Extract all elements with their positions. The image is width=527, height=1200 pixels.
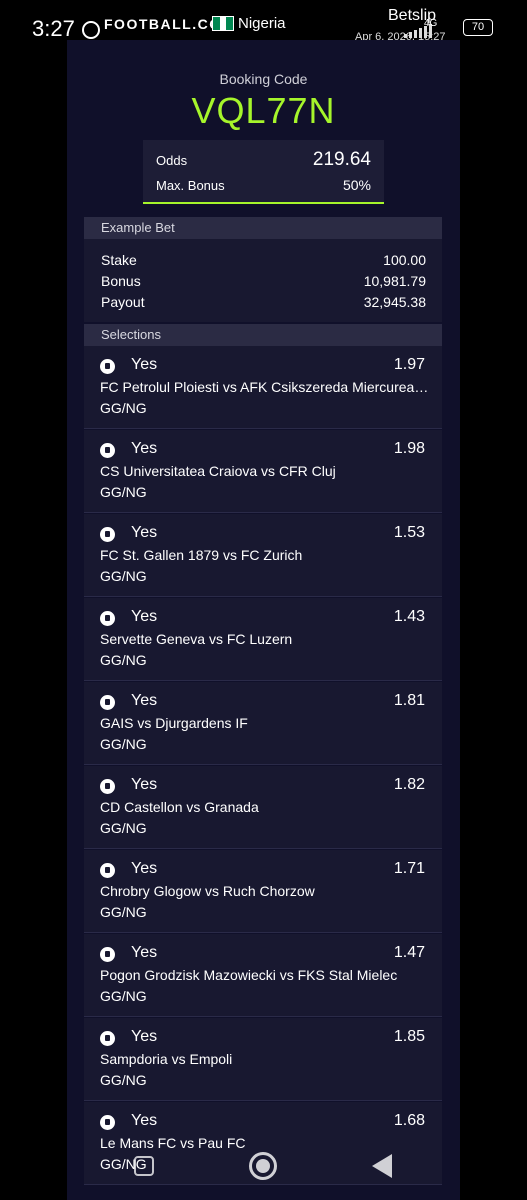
odds-value: 219.64 xyxy=(312,149,371,170)
booking-code[interactable]: VQL77N xyxy=(67,90,460,132)
bonus-label: Bonus xyxy=(101,273,141,289)
example-bet-card: Stake 100.00 Bonus 10,981.79 Payout 32,9… xyxy=(84,239,442,322)
payout-value: 32,945.38 xyxy=(363,294,426,310)
selection-market: GG/NG xyxy=(100,904,147,920)
max-bonus-value: 50% xyxy=(342,177,371,193)
selection-pick: Yes xyxy=(131,1028,158,1045)
football-icon xyxy=(100,947,115,962)
selection-pick: Yes xyxy=(131,440,158,457)
football-icon xyxy=(100,1115,115,1130)
selection-odds: 1.71 xyxy=(393,860,425,877)
selection-match: Chrobry Glogow vs Ruch Chorzow xyxy=(100,883,315,899)
example-row-stake: Stake 100.00 xyxy=(101,252,426,272)
nigeria-flag-icon xyxy=(212,16,234,31)
network-label: 4G xyxy=(424,18,438,29)
selection-pick: Yes xyxy=(131,356,158,373)
selection-item[interactable]: Yes 1.53 FC St. Gallen 1879 vs FC Zurich… xyxy=(84,514,442,597)
payout-label: Payout xyxy=(101,294,145,310)
selection-odds: 1.97 xyxy=(393,356,425,373)
football-icon xyxy=(100,779,115,794)
selection-pick: Yes xyxy=(131,944,158,961)
selection-market: GG/NG xyxy=(100,400,147,416)
football-icon xyxy=(100,359,115,374)
selection-match: CS Universitatea Craiova vs CFR Cluj xyxy=(100,463,336,479)
selection-market: GG/NG xyxy=(100,736,147,752)
selection-odds: 1.68 xyxy=(393,1112,425,1129)
selection-odds: 1.53 xyxy=(393,524,425,541)
stake-value: 100.00 xyxy=(383,252,426,268)
selection-pick: Yes xyxy=(131,692,158,709)
selection-match: GAIS vs Djurgardens IF xyxy=(100,715,248,731)
bonus-value: 10,981.79 xyxy=(363,273,426,289)
selection-pick: Yes xyxy=(131,860,158,877)
back-icon[interactable] xyxy=(372,1154,392,1178)
selection-market: GG/NG xyxy=(100,568,147,584)
selection-match: Sampdoria vs Empoli xyxy=(100,1051,233,1067)
whatsapp-icon xyxy=(82,21,100,39)
selection-item[interactable]: Yes 1.85 Sampdoria vs Empoli GG/NG xyxy=(84,1018,442,1101)
selection-odds: 1.43 xyxy=(393,608,425,625)
selection-item[interactable]: Yes 1.82 CD Castellon vs Granada GG/NG xyxy=(84,766,442,849)
selections-header: Selections xyxy=(84,324,442,346)
selection-item[interactable]: Yes 1.81 GAIS vs Djurgardens IF GG/NG xyxy=(84,682,442,765)
example-bet-header: Example Bet xyxy=(84,217,442,239)
selection-pick: Yes xyxy=(131,608,158,625)
selection-match: Le Mans FC vs Pau FC xyxy=(100,1135,246,1151)
selection-odds: 1.98 xyxy=(393,440,425,457)
selection-item[interactable]: Yes 1.43 Servette Geneva vs FC Luzern GG… xyxy=(84,598,442,681)
selection-item[interactable]: Yes 1.47 Pogon Grodzisk Mazowiecki vs FK… xyxy=(84,934,442,1017)
football-icon xyxy=(100,611,115,626)
betslip-panel: Booking Code VQL77N Odds 219.64 Max. Bon… xyxy=(67,40,460,1200)
selection-pick: Yes xyxy=(131,1112,158,1129)
selection-odds: 1.82 xyxy=(393,776,425,793)
selection-market: GG/NG xyxy=(100,820,147,836)
booking-code-label: Booking Code xyxy=(219,71,308,87)
selection-pick: Yes xyxy=(131,776,158,793)
selection-item[interactable]: Yes 1.71 Chrobry Glogow vs Ruch Chorzow … xyxy=(84,850,442,933)
football-icon xyxy=(100,1031,115,1046)
football-icon xyxy=(100,443,115,458)
football-icon xyxy=(100,863,115,878)
stake-label: Stake xyxy=(101,252,137,268)
selection-match: FC Petrolul Ploiesti vs AFK Csikszereda … xyxy=(100,379,430,395)
recent-apps-icon[interactable] xyxy=(134,1156,154,1176)
selection-item[interactable]: Yes 1.97 FC Petrolul Ploiesti vs AFK Csi… xyxy=(84,346,442,429)
selection-match: Servette Geneva vs FC Luzern xyxy=(100,631,293,647)
selection-pick: Yes xyxy=(131,524,158,541)
max-bonus-label: Max. Bonus xyxy=(156,178,225,193)
selection-market: GG/NG xyxy=(100,988,147,1004)
selection-odds: 1.85 xyxy=(393,1028,425,1045)
status-time: 3:27 xyxy=(32,16,75,41)
selection-market: GG/NG xyxy=(100,1072,147,1088)
battery-icon: 70 xyxy=(463,19,493,36)
home-icon[interactable] xyxy=(249,1152,277,1180)
example-row-bonus: Bonus 10,981.79 xyxy=(101,273,426,293)
selection-match: FC St. Gallen 1879 vs FC Zurich xyxy=(100,547,303,563)
selection-match: CD Castellon vs Granada xyxy=(100,799,259,815)
selection-item[interactable]: Yes 1.98 CS Universitatea Craiova vs CFR… xyxy=(84,430,442,513)
odds-summary: Odds 219.64 Max. Bonus 50% xyxy=(143,140,384,204)
football-icon xyxy=(100,527,115,542)
country-label: Nigeria xyxy=(238,15,286,32)
selection-odds: 1.47 xyxy=(393,944,425,961)
football-icon xyxy=(100,695,115,710)
odds-label: Odds xyxy=(156,153,188,168)
selection-odds: 1.81 xyxy=(393,692,425,709)
selection-market: GG/NG xyxy=(100,652,147,668)
example-row-payout: Payout 32,945.38 xyxy=(101,294,426,314)
selection-market: GG/NG xyxy=(100,484,147,500)
selection-match: Pogon Grodzisk Mazowiecki vs FKS Stal Mi… xyxy=(100,967,398,983)
